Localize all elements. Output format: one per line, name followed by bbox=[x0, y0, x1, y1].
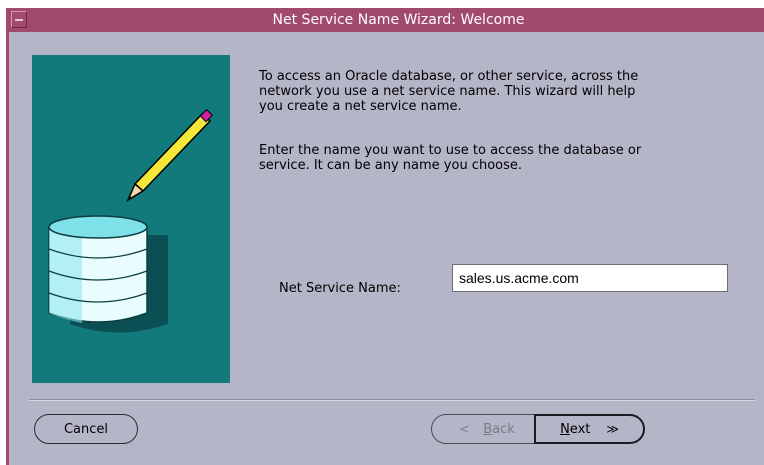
cancel-button[interactable]: Cancel bbox=[34, 414, 138, 444]
net-service-name-label: Net Service Name: bbox=[279, 281, 401, 296]
pencil-icon bbox=[126, 108, 214, 202]
back-label-rest: ack bbox=[492, 421, 515, 437]
intro-paragraph-1: To access an Oracle database, or other s… bbox=[259, 69, 639, 114]
window-title: Net Service Name Wizard: Welcome bbox=[272, 12, 525, 28]
database-icon bbox=[48, 215, 148, 323]
next-button[interactable]: Next ≫ bbox=[534, 414, 645, 444]
chevron-double-right-icon: ≫ bbox=[606, 422, 619, 436]
wizard-window: Net Service Name Wizard: Welcome To acce… bbox=[6, 8, 764, 465]
net-service-name-input[interactable] bbox=[452, 264, 728, 292]
next-mnemonic: N bbox=[560, 421, 570, 437]
button-divider bbox=[29, 399, 755, 401]
title-bar: Net Service Name Wizard: Welcome bbox=[9, 8, 764, 32]
navigation-buttons: < Back Next ≫ bbox=[431, 414, 645, 444]
intro-paragraph-2: Enter the name you want to use to access… bbox=[259, 143, 642, 173]
database-with-pencil-icon bbox=[48, 108, 214, 333]
wizard-illustration bbox=[32, 55, 230, 383]
chevron-left-icon: < bbox=[459, 422, 470, 436]
back-mnemonic: B bbox=[483, 421, 493, 437]
back-button[interactable]: < Back bbox=[431, 414, 543, 444]
window-menu-icon[interactable] bbox=[11, 11, 27, 28]
next-label-rest: ext bbox=[569, 421, 591, 437]
